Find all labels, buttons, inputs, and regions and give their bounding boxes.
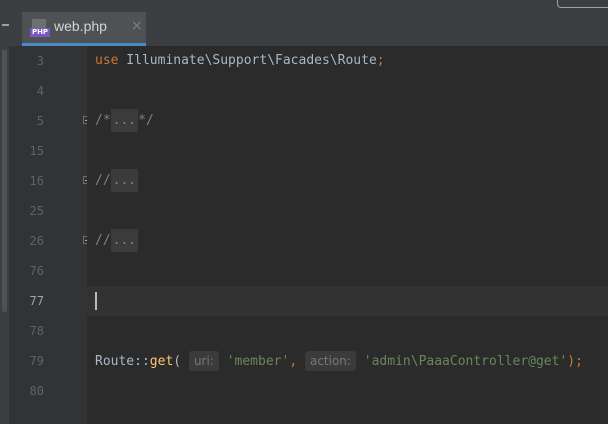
gutter-line: 78	[9, 316, 87, 346]
gutter-line: 76	[9, 256, 87, 286]
comma: ,	[289, 354, 305, 369]
line-number: 78	[29, 324, 44, 338]
comment-slashes: //	[95, 173, 111, 188]
semicolon: ;	[376, 53, 385, 68]
route-class: Route	[95, 354, 135, 369]
parameter-hint-uri: uri:	[188, 351, 219, 371]
code-editor[interactable]: use Illuminate\Support\Facades\Route; /*…	[87, 46, 608, 424]
string-member: 'member'	[226, 354, 290, 369]
gutter-line: 4	[9, 76, 87, 106]
parameter-hint-action: action:	[304, 351, 356, 371]
scrollbar-thumb[interactable]	[2, 50, 7, 312]
gutter-line: 79	[9, 346, 87, 376]
left-tool-strip	[0, 0, 10, 424]
code-line-empty[interactable]	[87, 136, 608, 166]
tab-title: web.php	[54, 18, 107, 34]
string-action: 'admin\PaaaController@get'	[363, 354, 568, 369]
code-line-line-comment[interactable]: //...	[87, 226, 608, 256]
php-file-icon: PHP	[30, 19, 50, 39]
open-paren: (	[173, 354, 189, 369]
code-line-empty[interactable]	[87, 376, 608, 406]
comment-open: /*	[95, 113, 111, 128]
code-line-current[interactable]	[87, 286, 608, 316]
code-line-block-comment[interactable]: /*... */	[87, 106, 608, 136]
gutter-line: 25	[9, 196, 87, 226]
line-number: 5	[36, 114, 44, 128]
line-number-gutter[interactable]: 3 4 5 15 16 25 26 76 77 78 79 80	[9, 46, 91, 424]
line-number: 15	[29, 144, 44, 158]
line-number: 26	[29, 234, 44, 248]
toolbar-button[interactable]	[557, 0, 608, 8]
line-number: 80	[29, 384, 44, 398]
folded-region-chip[interactable]: ...	[110, 169, 139, 192]
gutter-line-current: 77	[9, 286, 87, 316]
code-line-use[interactable]: use Illuminate\Support\Facades\Route;	[87, 46, 608, 76]
gutter-line: 80	[9, 376, 87, 406]
gutter-line: 5	[9, 106, 91, 136]
code-line-route[interactable]: Route::get( uri: 'member', action: 'admi…	[87, 346, 608, 376]
gutter-line: 16	[9, 166, 91, 196]
code-line-empty[interactable]	[87, 256, 608, 286]
use-keyword: use	[95, 53, 119, 68]
folded-region-chip[interactable]: ...	[110, 109, 139, 132]
text-caret	[95, 292, 97, 310]
close-paren-semicolon: );	[567, 354, 583, 369]
code-line-empty[interactable]	[87, 76, 608, 106]
code-line-empty[interactable]	[87, 316, 608, 346]
comment-close: */	[138, 113, 154, 128]
gutter-line: 3	[9, 46, 87, 76]
close-icon[interactable]: ×	[131, 18, 143, 34]
static-operator: ::	[134, 354, 150, 369]
code-line-line-comment[interactable]: //...	[87, 166, 608, 196]
folded-region-chip[interactable]: ...	[110, 229, 139, 252]
line-number-current: 77	[29, 294, 44, 308]
code-line-empty[interactable]	[87, 196, 608, 226]
tab-web-php[interactable]: PHP web.php ×	[22, 12, 146, 46]
editor-tab-bar: PHP web.php ×	[9, 0, 608, 47]
gutter-line: 26	[9, 226, 91, 256]
get-method: get	[149, 354, 174, 369]
line-number: 3	[36, 54, 44, 68]
line-number: 76	[29, 264, 44, 278]
line-number: 79	[29, 354, 44, 368]
line-number: 25	[29, 204, 44, 218]
line-number: 16	[29, 174, 44, 188]
gutter-line: 15	[9, 136, 87, 166]
line-number: 4	[36, 84, 44, 98]
comment-slashes: //	[95, 233, 111, 248]
namespace-path: Illuminate\Support\Facades\Route	[118, 53, 377, 68]
